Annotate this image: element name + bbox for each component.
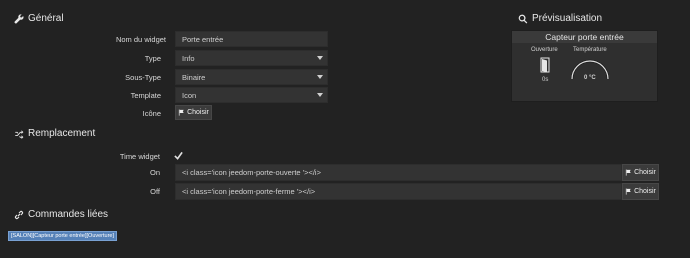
shuffle-icon [15, 129, 24, 139]
flag-icon [625, 188, 631, 195]
icon-choose-button[interactable]: Choisir [175, 105, 212, 120]
icon-choose-label: Choisir [187, 109, 209, 116]
replacement-section-title: Remplacement [14, 128, 95, 139]
time-widget-label: Time widget [119, 152, 160, 161]
widget-preview-title: Capteur porte entrée [512, 31, 657, 43]
subtype-select[interactable]: Binaire [175, 69, 328, 85]
widget-name-input[interactable]: Porte entrée [175, 31, 328, 47]
chevron-down-icon [317, 93, 323, 97]
chevron-down-icon [317, 75, 323, 79]
type-label: Type [144, 54, 161, 63]
temperature-value: 0 °C [584, 75, 596, 81]
icon-label: Icône [142, 109, 161, 118]
template-select-value: Icon [182, 90, 197, 100]
open-value: 0s [542, 77, 549, 83]
off-choose-button[interactable]: Choisir [622, 183, 659, 200]
time-widget-checkbox[interactable] [174, 151, 183, 160]
chevron-down-icon [317, 56, 323, 60]
general-section-title: Général [14, 13, 64, 24]
subtype-select-value: Binaire [182, 72, 206, 82]
widget-name-label: Nom du widget [115, 35, 166, 44]
preview-title-text: Prévisualisation [532, 13, 603, 24]
type-select-value: Info [182, 53, 195, 63]
open-label: Ouverture [531, 47, 558, 53]
general-title-text: Général [28, 13, 64, 24]
linked-section-title: Commandes liées [14, 209, 108, 220]
link-icon [14, 210, 24, 219]
linked-title-text: Commandes liées [28, 209, 109, 220]
on-label: On [149, 168, 160, 177]
replacement-title-text: Remplacement [28, 128, 96, 139]
template-label: Template [130, 91, 161, 100]
preview-section-title: Prévisualisation [518, 13, 602, 24]
search-icon [518, 14, 528, 23]
on-icon-input[interactable]: <i class='icon jeedom-porte-ouverte '></… [175, 164, 622, 181]
door-open-icon [540, 57, 550, 73]
off-choose-label: Choisir [634, 188, 656, 195]
flag-icon [178, 109, 184, 116]
widget-preview: Capteur porte entrée Ouverture 0s Tempér… [511, 30, 658, 102]
on-choose-button[interactable]: Choisir [622, 164, 659, 181]
off-icon-input[interactable]: <i class='icon jeedom-porte-ferme '></i> [175, 183, 622, 200]
temperature-label: Température [573, 47, 607, 53]
flag-icon [625, 169, 631, 176]
wrench-icon [14, 13, 24, 24]
template-select[interactable]: Icon [175, 87, 328, 103]
type-select[interactable]: Info [175, 50, 328, 66]
subtype-label: Sous-Type [125, 73, 161, 82]
on-choose-label: Choisir [634, 169, 656, 176]
off-label: Off [150, 187, 160, 196]
linked-command-tag[interactable]: [SALON][Capteur porte entrée][Ouverture] [8, 231, 118, 241]
